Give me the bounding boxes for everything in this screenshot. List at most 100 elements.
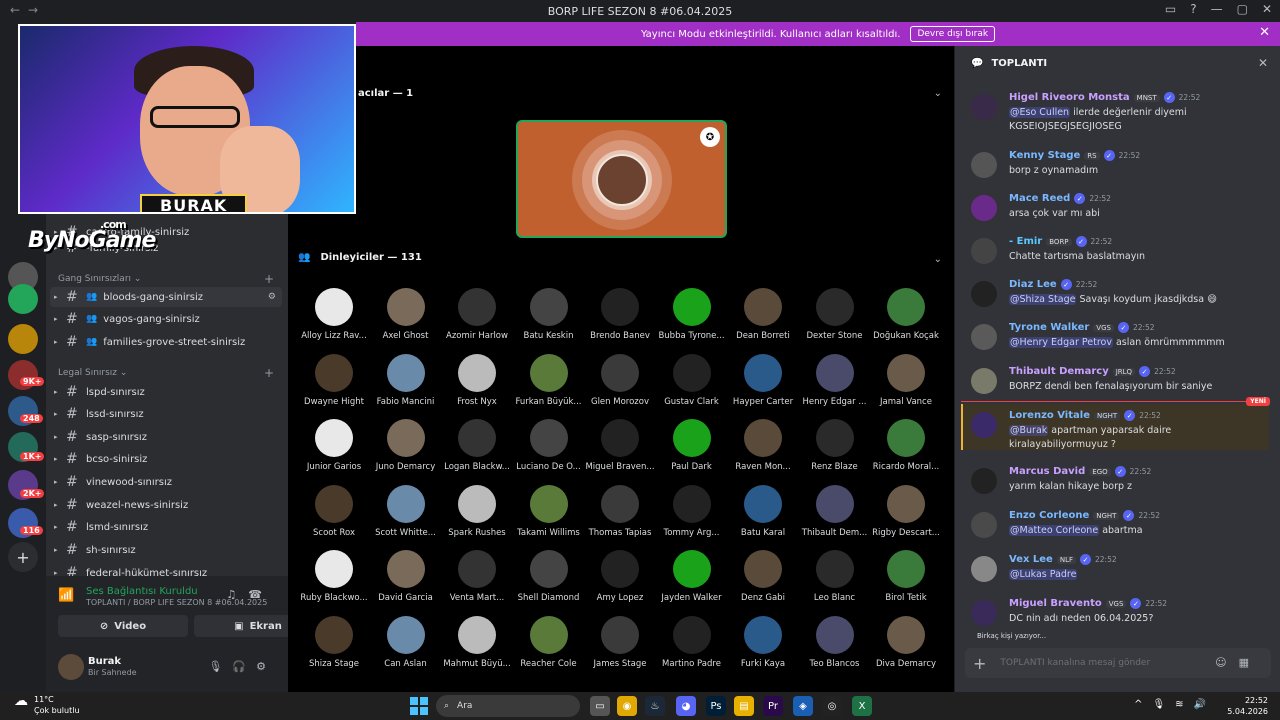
- disable-streamer-mode-button[interactable]: Devre dışı bırak: [910, 26, 996, 42]
- listener-item[interactable]: Furki Kaya: [727, 615, 799, 669]
- chevron-down-icon[interactable]: ⌄: [934, 254, 942, 265]
- listener-item[interactable]: Dwayne Hight: [298, 353, 370, 407]
- user-mention[interactable]: @Henry Edgar Petrov: [1009, 337, 1113, 348]
- settings-icon[interactable]: ⚙: [256, 660, 276, 673]
- avatar[interactable]: [971, 556, 997, 582]
- listener-item[interactable]: Axel Ghost: [370, 288, 442, 341]
- listener-item[interactable]: Spark Rushes: [441, 484, 513, 538]
- system-tray[interactable]: ^🎙≋🔊: [1134, 699, 1216, 710]
- nav-arrows-icon[interactable]: ←→: [10, 3, 46, 17]
- add-server-icon[interactable]: +: [8, 542, 38, 572]
- message-author[interactable]: Higel Riveoro Monsta: [1009, 92, 1130, 103]
- listener-item[interactable]: Shiza Stage: [298, 615, 370, 669]
- channel-item[interactable]: ▸ # 👥 vagos-gang-sinirsiz: [50, 309, 282, 329]
- listener-item[interactable]: Gustav Clark: [656, 353, 728, 407]
- listener-item[interactable]: Scoot Rox: [298, 484, 370, 538]
- minimize-button[interactable]: —: [1211, 2, 1223, 16]
- emoji-icon[interactable]: ☺: [1215, 656, 1238, 669]
- message-author[interactable]: Mace Reed: [1009, 193, 1070, 204]
- start-button[interactable]: [410, 697, 428, 715]
- listener-item[interactable]: David Garcia: [370, 550, 442, 603]
- category-header[interactable]: Gang Sınırsızları ⌄: [58, 274, 141, 284]
- listener-item[interactable]: Shell Diamond: [513, 550, 585, 603]
- user-mention[interactable]: @Matteo Corleone: [1009, 525, 1100, 536]
- message-author[interactable]: Kenny Stage: [1009, 150, 1080, 161]
- listener-item[interactable]: James Stage: [584, 615, 656, 669]
- listener-item[interactable]: Denz Gabi: [727, 550, 799, 603]
- listener-item[interactable]: Paul Dark: [656, 419, 728, 472]
- listener-item[interactable]: Jayden Walker: [656, 550, 728, 603]
- channel-item[interactable]: ▸ # lspd-sınırsız: [50, 382, 282, 402]
- message-input[interactable]: + TOPLANTI kanalına mesaj gönder ☺▦: [965, 648, 1271, 678]
- listener-item[interactable]: Jamal Vance: [870, 353, 942, 407]
- channel-item[interactable]: ▸ # bcso-sinirsiz: [50, 449, 282, 469]
- microphone-icon[interactable]: 🎙: [208, 660, 232, 673]
- listener-item[interactable]: Raven Mon...: [727, 419, 799, 472]
- user-mention[interactable]: @Shiza Stage: [1009, 294, 1077, 305]
- avatar[interactable]: [971, 152, 997, 178]
- listener-item[interactable]: Renz Blaze: [799, 419, 871, 472]
- noise-suppression-icon[interactable]: ♫: [226, 588, 248, 601]
- listener-item[interactable]: Doğukan Koçak: [870, 288, 942, 341]
- user-mention[interactable]: @Burak: [1009, 425, 1049, 436]
- maximize-button[interactable]: ▢: [1237, 2, 1248, 16]
- listener-item[interactable]: Azomir Harlow: [441, 288, 513, 341]
- add-channel-icon[interactable]: +: [264, 366, 274, 380]
- close-icon[interactable]: ✕: [1259, 25, 1270, 40]
- listener-item[interactable]: Juno Demarcy: [370, 419, 442, 472]
- listener-item[interactable]: Thomas Tapias: [584, 484, 656, 538]
- app-icon[interactable]: ◈: [793, 696, 813, 716]
- message-author[interactable]: Vex Lee: [1009, 554, 1053, 565]
- channel-item[interactable]: ▸ # 👥 families-grove-street-sinirsiz: [50, 332, 282, 352]
- close-icon[interactable]: ✕: [1258, 56, 1268, 70]
- chevron-up-icon[interactable]: ^: [1134, 699, 1152, 710]
- avatar[interactable]: [971, 238, 997, 264]
- obs-icon[interactable]: ◎: [822, 696, 842, 716]
- listener-item[interactable]: Leo Blanc: [799, 550, 871, 603]
- listener-item[interactable]: Martino Padre: [656, 615, 728, 669]
- file-explorer-icon[interactable]: ▤: [734, 696, 754, 716]
- voice-status[interactable]: Ses Bağlantısı Kuruldu: [86, 586, 198, 597]
- user-mention[interactable]: @Lukas Padre: [1009, 569, 1078, 580]
- listener-item[interactable]: Takami Willims: [513, 484, 585, 538]
- listener-item[interactable]: Tommy Arg...: [656, 484, 728, 538]
- user-mention[interactable]: @Eso Cullen: [1009, 107, 1071, 118]
- excel-icon[interactable]: X: [852, 696, 872, 716]
- listener-item[interactable]: Ruby Blackwo...: [298, 550, 370, 603]
- listener-item[interactable]: Teo Blancos: [799, 615, 871, 669]
- message-author[interactable]: Enzo Corleone: [1009, 510, 1089, 521]
- avatar[interactable]: [971, 412, 997, 438]
- listener-item[interactable]: Diva Demarcy: [870, 615, 942, 669]
- attach-icon[interactable]: +: [973, 654, 986, 673]
- disconnect-icon[interactable]: ☎: [248, 588, 274, 601]
- inbox-icon[interactable]: ▭: [1165, 2, 1176, 16]
- listener-item[interactable]: Fabio Mancini: [370, 353, 442, 407]
- chevron-down-icon[interactable]: ⌄: [934, 88, 942, 99]
- listener-item[interactable]: Henry Edgar ...: [799, 353, 871, 407]
- message-author[interactable]: Tyrone Walker: [1009, 322, 1089, 333]
- listener-item[interactable]: Rigby Descart...: [870, 484, 942, 538]
- premiere-icon[interactable]: Pr: [763, 696, 783, 716]
- message-author[interactable]: Lorenzo Vitale: [1009, 410, 1090, 421]
- wifi-icon[interactable]: ≋: [1175, 699, 1193, 710]
- avatar[interactable]: [971, 281, 997, 307]
- help-icon[interactable]: ?: [1190, 2, 1196, 16]
- message-author[interactable]: - Emir: [1009, 236, 1042, 247]
- avatar[interactable]: [971, 195, 997, 221]
- listener-item[interactable]: Ricardo Moral...: [870, 419, 942, 472]
- chrome-icon[interactable]: ◉: [617, 696, 637, 716]
- avatar[interactable]: [58, 654, 84, 680]
- steam-icon[interactable]: ♨: [645, 696, 665, 716]
- volume-icon[interactable]: 🔊: [1194, 699, 1216, 710]
- discord-icon[interactable]: ◕: [676, 696, 696, 716]
- avatar[interactable]: [971, 368, 997, 394]
- avatar[interactable]: [971, 94, 997, 120]
- add-channel-icon[interactable]: +: [264, 272, 274, 286]
- search-box[interactable]: ⌕ Ara: [436, 695, 580, 717]
- listener-item[interactable]: Mahmut Büyü...: [441, 615, 513, 669]
- channel-item[interactable]: ▸ # 👥 bloods-gang-sinirsiz ⚙: [50, 287, 282, 307]
- listener-item[interactable]: Dean Borreti: [727, 288, 799, 341]
- listener-item[interactable]: Furkan Büyük...: [513, 353, 585, 407]
- task-view-icon[interactable]: ▭: [590, 696, 610, 716]
- listener-item[interactable]: Dexter Stone: [799, 288, 871, 341]
